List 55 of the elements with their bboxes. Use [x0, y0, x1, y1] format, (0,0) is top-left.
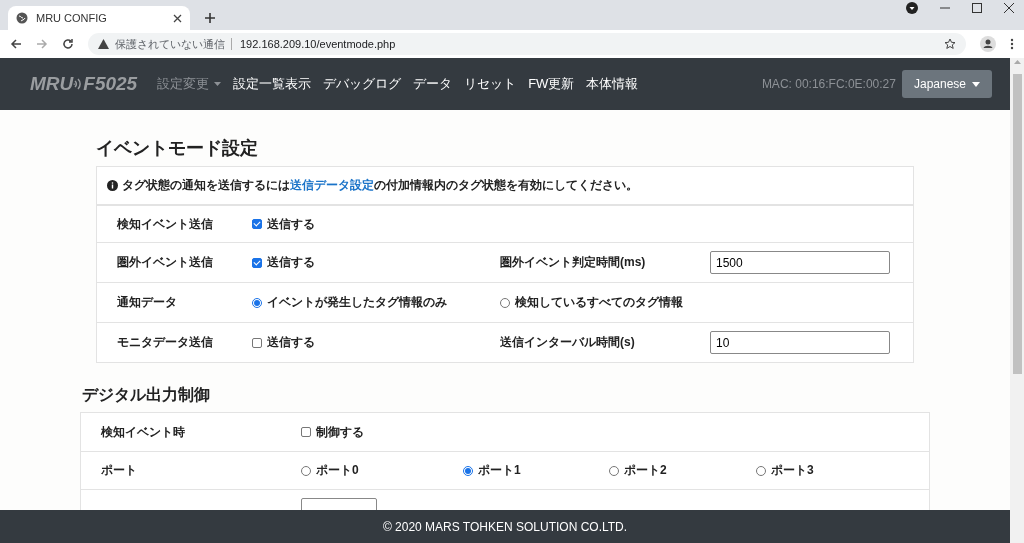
info-icon	[107, 180, 118, 191]
field-label: 通知データ	[117, 294, 178, 311]
caret-icon	[972, 81, 980, 87]
close-icon[interactable]	[1004, 3, 1014, 13]
radio-option[interactable]: 検知しているすべてのタグ情報	[500, 294, 710, 311]
input-field[interactable]: 1500	[710, 251, 890, 274]
field-label: 圏外イベント判定時間(ms)	[500, 254, 647, 271]
menu-icon[interactable]	[1010, 38, 1014, 50]
nav-link[interactable]: 設定変更	[157, 75, 222, 93]
globe-icon	[16, 12, 28, 24]
checkbox-option[interactable]: 送信する	[252, 334, 500, 351]
checkbox-option[interactable]: 送信する	[252, 254, 500, 271]
caret-icon	[214, 82, 222, 86]
warning-icon	[98, 39, 109, 49]
browser-tab[interactable]: MRU CONFIG	[8, 6, 190, 30]
section-heading: イベントモード設定	[96, 137, 259, 160]
url-text: 192.168.209.10/eventmode.php	[231, 38, 396, 50]
field-label: 圏外イベント送信	[117, 254, 214, 271]
nav-link[interactable]: FW更新	[528, 75, 575, 93]
address-bar[interactable]: 保護されていない通信 192.168.209.10/eventmode.php	[88, 33, 966, 55]
settings-link[interactable]: 送信データ設定	[290, 178, 374, 192]
field-label: ポート	[101, 462, 138, 479]
radio-option[interactable]: イベントが発生したタグ情報のみ	[252, 294, 500, 311]
field-label: 検知イベント送信	[117, 215, 214, 233]
star-icon[interactable]	[944, 38, 956, 50]
nav-link[interactable]: リセット	[464, 75, 517, 93]
nav-link[interactable]: 設定一覧表示	[233, 75, 312, 93]
profile-dot-icon[interactable]	[906, 2, 918, 14]
field-label: 検知イベント時	[101, 423, 186, 441]
radio-option[interactable]: ポート2	[609, 462, 756, 479]
radio-option[interactable]: ポート0	[301, 462, 463, 479]
maximize-icon[interactable]	[972, 3, 982, 13]
scrollbar[interactable]	[1010, 58, 1024, 543]
input-field[interactable]: 10	[710, 331, 890, 354]
radio-option[interactable]: ポート1	[463, 462, 609, 479]
checkbox-option[interactable]: 制御する	[301, 423, 463, 441]
section-heading: デジタル出力制御	[82, 385, 211, 405]
checkbox-option[interactable]: 送信する	[252, 215, 500, 233]
close-icon[interactable]	[173, 13, 182, 23]
brand-logo[interactable]: MRU F5025	[30, 73, 138, 95]
language-dropdown[interactable]: Japanese	[901, 70, 992, 98]
copyright-text: © 2020 MARS TOHKEN SOLUTION CO.LTD.	[382, 519, 628, 534]
new-tab-icon[interactable]	[204, 12, 216, 24]
nav-link[interactable]: デバッグログ	[323, 75, 402, 93]
reload-icon[interactable]	[62, 38, 74, 50]
back-icon[interactable]	[10, 38, 22, 50]
account-icon[interactable]	[980, 36, 996, 52]
nav-link[interactable]: データ	[413, 75, 453, 93]
radio-option[interactable]: ポート3	[756, 462, 876, 479]
nav-link[interactable]: 本体情報	[586, 75, 639, 93]
mac-address: MAC: 00:16:FC:0E:00:27	[761, 77, 896, 91]
info-message: タグ状態の通知を送信するには送信データ設定の付加情報内のタグ状態を有効にしてください。	[122, 177, 638, 194]
field-label: 送信インターバル時間(s)	[500, 334, 636, 351]
security-label: 保護されていない通信	[115, 36, 225, 52]
field-label: モニタデータ送信	[117, 334, 214, 351]
